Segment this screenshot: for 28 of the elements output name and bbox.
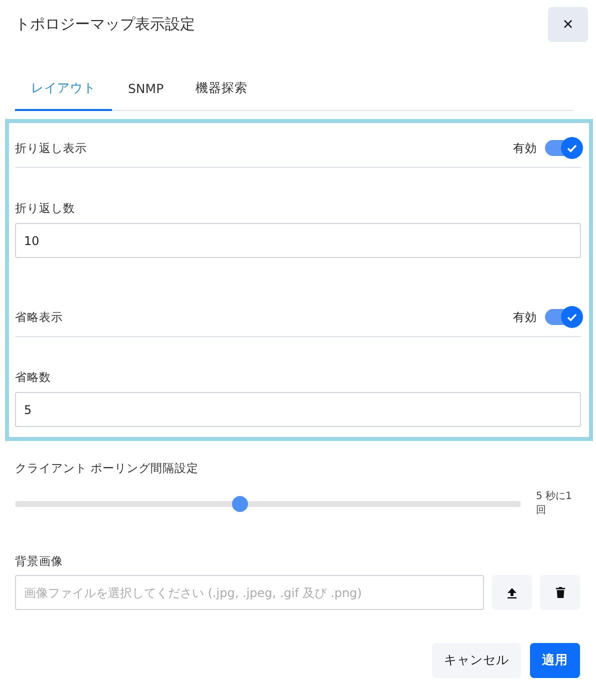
trash-icon	[554, 586, 566, 599]
upload-icon	[506, 586, 518, 598]
dialog-title: トポロジーマップ表示設定	[15, 15, 195, 34]
setting-label: 省略表示	[15, 310, 64, 324]
slider-label: クライアント ポーリング間隔設定	[15, 461, 200, 476]
setting-label: 折り返し表示	[15, 140, 88, 156]
upload-button[interactable]	[492, 575, 532, 610]
number-input-field[interactable]: 10	[15, 223, 581, 258]
check-icon	[566, 142, 578, 154]
field-label: 折り返し数	[15, 201, 76, 216]
slider-thumb[interactable]	[232, 496, 248, 512]
apply-button[interactable]: 適用	[530, 643, 580, 678]
toggle-switch[interactable]	[545, 309, 581, 325]
close-button[interactable]: ×	[548, 7, 588, 42]
field-label: 背景画像	[15, 554, 64, 569]
slider-reading: 5 秒に1回	[536, 490, 573, 518]
tab[interactable]: SNMP	[112, 72, 180, 111]
number-input-field[interactable]: 5	[15, 392, 581, 427]
file-path-field[interactable]: 画像ファイルを選択してください (.jpg, .jpeg, .gif 及び .png)	[15, 575, 484, 610]
toggle-state-label: 有効	[513, 140, 537, 156]
cancel-button[interactable]: キャンセル	[432, 643, 521, 678]
field-label: 省略数	[15, 370, 52, 385]
toggle-state-label: 有効	[513, 310, 537, 324]
tab[interactable]: レイアウト	[15, 72, 112, 111]
check-icon	[566, 311, 578, 323]
delete-button[interactable]	[540, 575, 580, 610]
tab[interactable]: 機器探索	[180, 72, 264, 111]
toggle-switch[interactable]	[545, 140, 581, 156]
